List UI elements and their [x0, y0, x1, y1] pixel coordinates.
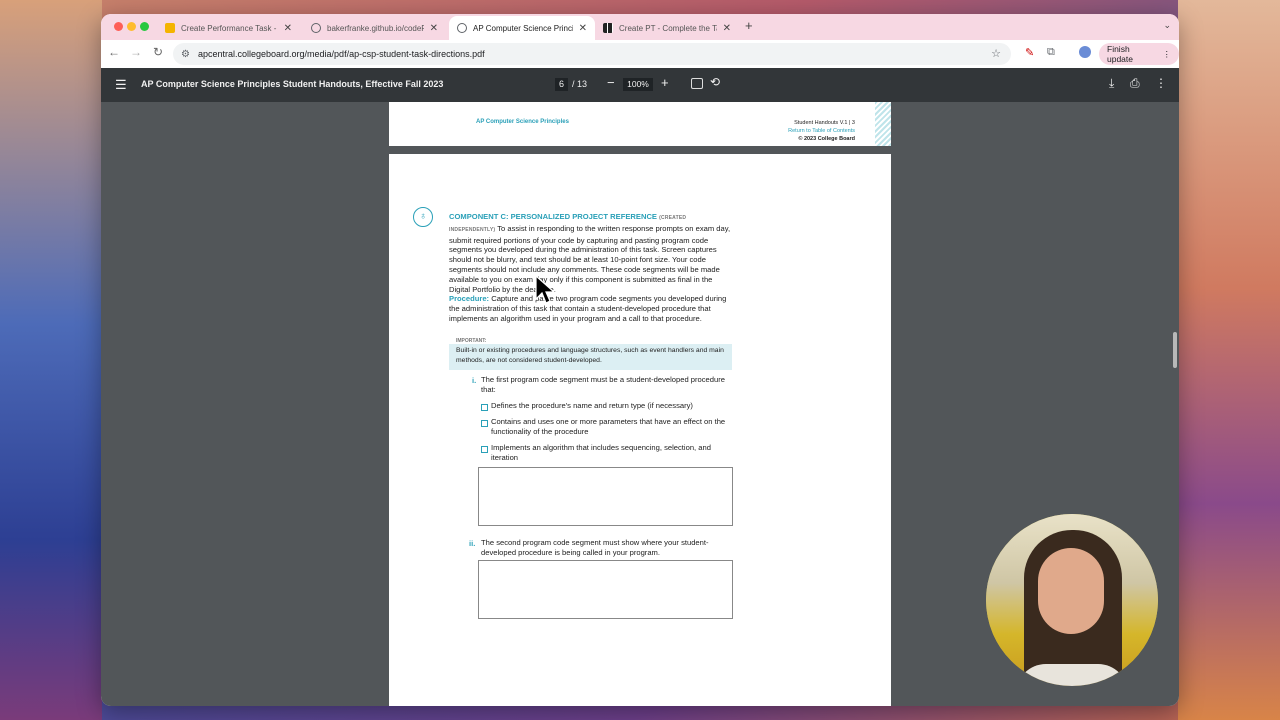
- checkbox-icon: [481, 404, 488, 411]
- person-icon: ♁: [413, 207, 433, 227]
- globe-icon: [457, 23, 467, 33]
- component-c-text: COMPONENT C: PERSONALIZED PROJECT REFERE…: [449, 212, 733, 324]
- rotate-icon[interactable]: ⟲: [710, 75, 720, 89]
- site-info-icon[interactable]: ⚙: [181, 49, 190, 60]
- handout-version: Student Handouts V.1 | 3: [794, 120, 855, 126]
- tab-title: bakerfranke.github.io/codeP: [327, 23, 424, 33]
- component-heading: COMPONENT C: PERSONALIZED PROJECT REFERE…: [449, 212, 658, 221]
- minimize-window-button[interactable]: [127, 22, 136, 31]
- toc-link[interactable]: Return to Table of Contents: [788, 127, 855, 135]
- close-window-button[interactable]: [114, 22, 123, 31]
- scrollbar-thumb[interactable]: [1173, 332, 1177, 368]
- document-title: AP Computer Science Principles Student H…: [141, 79, 444, 89]
- desktop-background-left: [0, 0, 102, 720]
- tab-strip: Create Performance Task - G ✕ bakerfrank…: [101, 14, 1179, 40]
- checkbox-icon: [481, 446, 488, 453]
- item-i-text: The first program code segment must be a…: [481, 375, 725, 394]
- forward-button[interactable]: →: [127, 45, 145, 59]
- webcam-presenter-face: [1038, 548, 1104, 634]
- desktop-background-right: [1178, 0, 1280, 720]
- item-ii-text: The second program code segment must sho…: [481, 538, 709, 557]
- grid-icon: [603, 23, 613, 33]
- address-bar[interactable]: ⚙ apcentral.collegeboard.org/media/pdf/a…: [173, 43, 1011, 65]
- close-tab-icon[interactable]: ✕: [579, 23, 587, 34]
- slides-icon: [165, 23, 175, 33]
- page-header-title: AP Computer Science Principles: [476, 119, 569, 125]
- page-count: / 13: [572, 79, 588, 89]
- download-icon[interactable]: ⤓: [1109, 76, 1114, 91]
- zoom-in-button[interactable]: +: [661, 75, 669, 90]
- tab-create-performance-task[interactable]: Create Performance Task - G ✕: [157, 16, 300, 40]
- profile-avatar[interactable]: [1079, 46, 1091, 58]
- pen-extension-icon[interactable]: ✎: [1025, 46, 1034, 59]
- extensions-icon[interactable]: ⧉: [1047, 46, 1055, 59]
- browser-toolbar: ← → ↻ ⚙ apcentral.collegeboard.org/media…: [101, 40, 1179, 68]
- finish-update-button[interactable]: Finish update ⋮: [1099, 43, 1179, 65]
- page-number-input[interactable]: 6: [555, 78, 568, 91]
- url-text: apcentral.collegeboard.org/media/pdf/ap-…: [197, 49, 485, 59]
- procedure-text: Capture and paste two program code segme…: [449, 294, 727, 323]
- checkbox-icon: [481, 420, 488, 427]
- heading-note-1: (CREATED: [659, 215, 687, 221]
- code-segment-box-1: [478, 467, 733, 526]
- tab-title: Create Performance Task - G: [181, 23, 278, 33]
- tab-ap-csp-pdf[interactable]: AP Computer Science Princip ✕: [449, 16, 595, 40]
- more-options-icon[interactable]: ⋮: [1155, 76, 1167, 90]
- important-callout: Built-in or existing procedures and lang…: [449, 344, 732, 370]
- decorative-stripe: [875, 102, 891, 146]
- procedure-label: Procedure:: [449, 294, 490, 304]
- globe-icon: [311, 23, 321, 33]
- close-tab-icon[interactable]: ✕: [430, 23, 438, 34]
- finish-update-label: Finish update: [1107, 44, 1133, 64]
- tab-search-icon[interactable]: ⌄: [1163, 20, 1171, 31]
- pdf-toolbar: ☰ AP Computer Science Principles Student…: [101, 68, 1179, 102]
- pdf-page: ♁ COMPONENT C: PERSONALIZED PROJECT REFE…: [389, 154, 891, 706]
- kebab-menu-icon: ⋮: [1162, 48, 1172, 59]
- item-ii-numeral: ii.: [469, 539, 476, 548]
- check-item: Implements an algorithm that includes se…: [491, 443, 711, 462]
- check-item: Defines the procedure's name and return …: [491, 401, 693, 410]
- tab-create-pt[interactable]: Create PT - Complete the Ta ✕: [595, 16, 739, 40]
- page-header-meta: Student Handouts V.1 | 3 Return to Table…: [788, 119, 855, 143]
- tab-title: Create PT - Complete the Ta: [619, 23, 717, 33]
- close-tab-icon[interactable]: ✕: [284, 23, 292, 34]
- copyright: © 2023 College Board: [798, 136, 855, 142]
- fit-to-page-icon[interactable]: [691, 78, 703, 89]
- webcam-presenter-shirt: [1016, 664, 1128, 686]
- close-tab-icon[interactable]: ✕: [723, 23, 731, 34]
- tab-bakerfranke[interactable]: bakerfranke.github.io/codeP ✕: [303, 16, 446, 40]
- heading-note-2: INDEPENDENTLY): [449, 226, 496, 233]
- maximize-window-button[interactable]: [140, 22, 149, 31]
- tab-title: AP Computer Science Princip: [473, 23, 573, 33]
- mouse-cursor-icon: [535, 275, 556, 304]
- reload-button[interactable]: ↻: [149, 45, 167, 59]
- webcam-overlay: [986, 514, 1158, 686]
- check-item: Contains and uses one or more parameters…: [491, 417, 726, 436]
- back-button[interactable]: ←: [105, 45, 123, 59]
- new-tab-button[interactable]: +: [745, 18, 753, 33]
- zoom-level-input[interactable]: 100%: [623, 78, 653, 91]
- print-icon[interactable]: ⎙: [1130, 76, 1140, 91]
- paragraph-1: To assist in responding to the written r…: [449, 223, 731, 294]
- code-segment-box-2: [478, 560, 733, 619]
- previous-page-footer: AP Computer Science Principles Student H…: [389, 102, 891, 146]
- zoom-out-button[interactable]: −: [607, 75, 615, 90]
- item-i-numeral: i.: [472, 376, 477, 385]
- hamburger-menu-icon[interactable]: ☰: [115, 77, 127, 93]
- bookmark-star-icon[interactable]: ☆: [991, 47, 1001, 60]
